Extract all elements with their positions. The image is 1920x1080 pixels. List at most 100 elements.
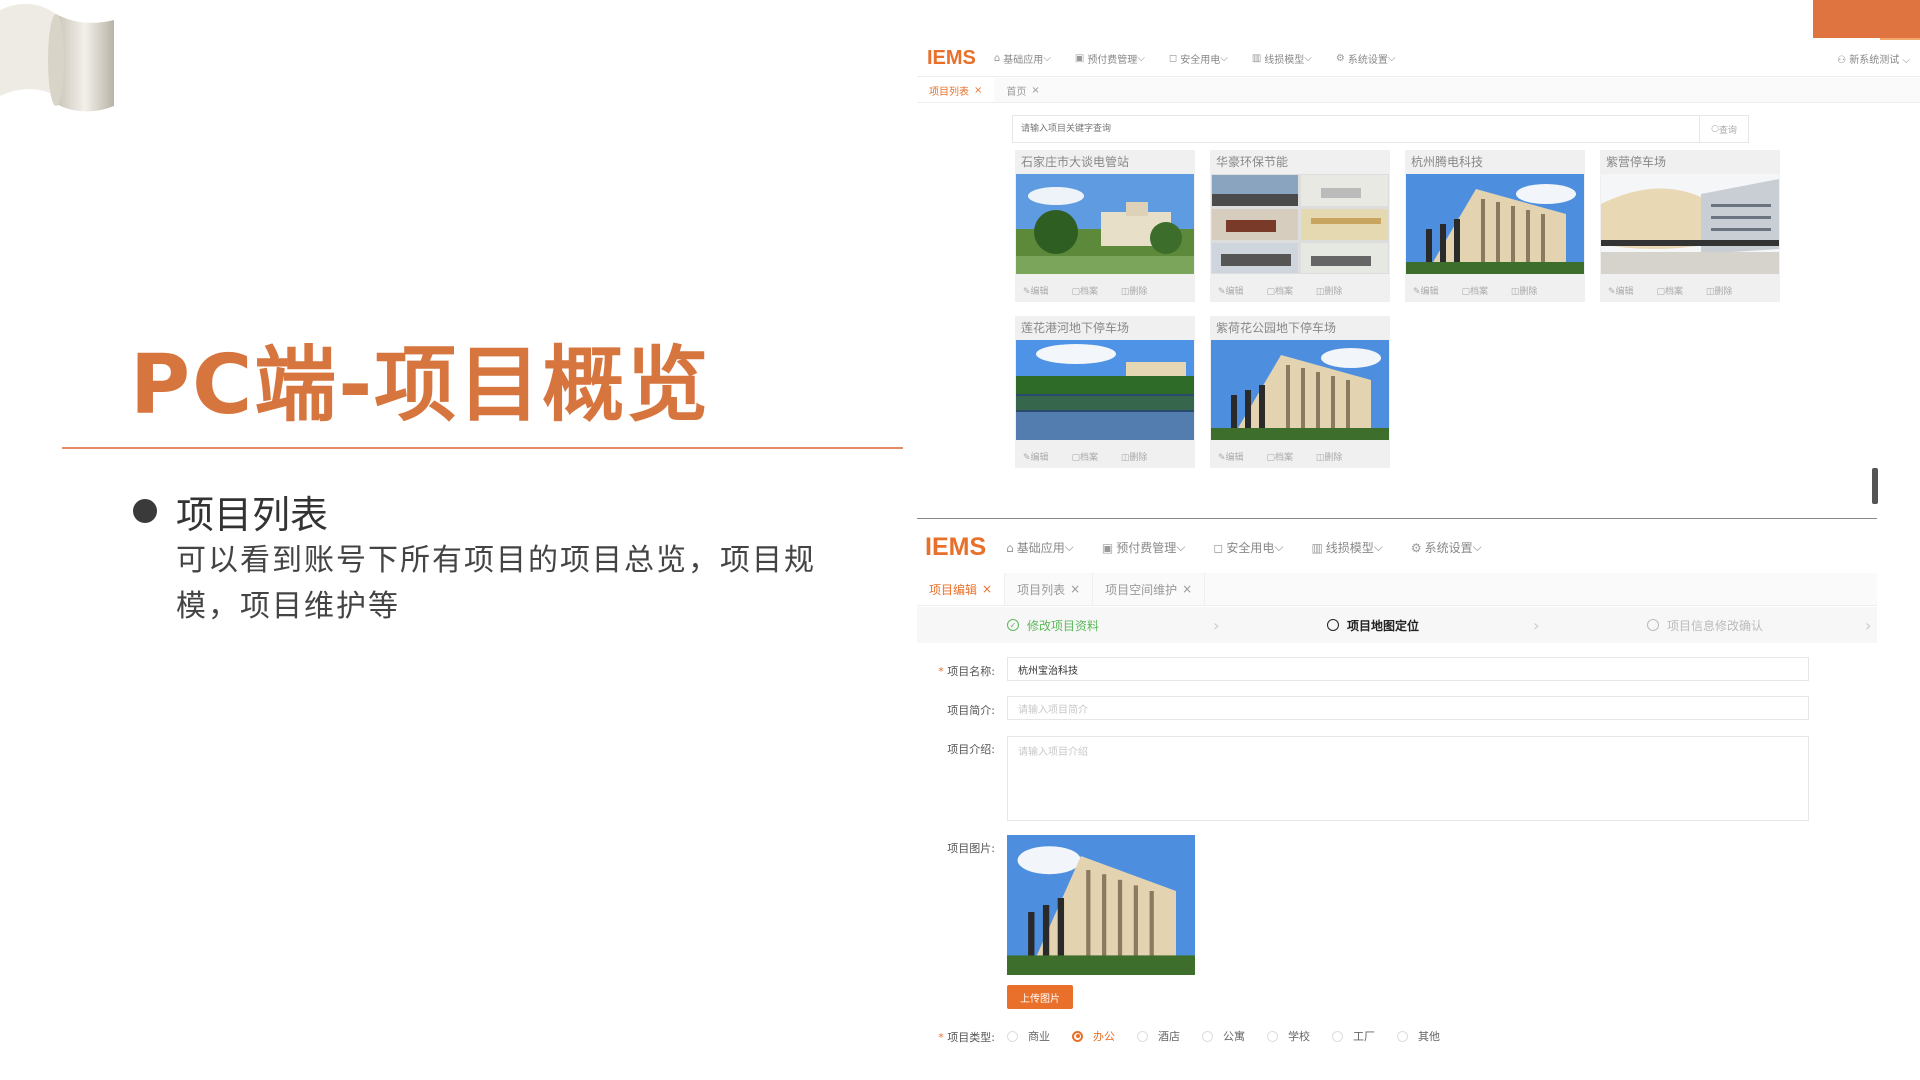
- bullet-description: 可以看到账号下所有项目的项目总览，项目规模，项目维护等: [176, 543, 816, 624]
- close-icon[interactable]: ×: [974, 85, 982, 96]
- nav-safety[interactable]: ◻ 安全用电 ⌵: [1169, 51, 1228, 66]
- nav-label: 安全用电: [1180, 54, 1221, 66]
- step-map-location[interactable]: 项目地图定位: [1327, 617, 1419, 634]
- type-option-apartment[interactable]: 公寓: [1202, 1028, 1245, 1044]
- delete-label: 删除: [1714, 287, 1733, 297]
- wallet-icon: ▣: [1101, 540, 1114, 555]
- nav-label: 系统设置: [1424, 541, 1473, 555]
- delete-label: 删除: [1324, 287, 1343, 297]
- radio-label: 工厂: [1353, 1030, 1375, 1043]
- archive-button[interactable]: ▢档案: [1266, 287, 1303, 297]
- nav-label: 基础应用: [1016, 541, 1065, 555]
- search-icon: ○: [1711, 124, 1719, 134]
- project-name-input[interactable]: 杭州宝治科技: [1007, 657, 1809, 681]
- tab-home[interactable]: 首页 ×: [994, 78, 1051, 102]
- archive-button[interactable]: ▢档案: [1461, 287, 1498, 297]
- edit-button[interactable]: ✎编辑: [1413, 287, 1449, 297]
- step-label: 项目信息修改确认: [1667, 618, 1764, 633]
- search-button-label: 查询: [1718, 125, 1737, 136]
- delete-button[interactable]: ◫删除: [1121, 453, 1158, 463]
- tab-label: 首页: [1006, 86, 1027, 98]
- project-card-title: 紫荷花公园地下停车场: [1216, 321, 1337, 335]
- nav-safety[interactable]: ◻ 安全用电 ⌵: [1213, 539, 1283, 556]
- project-type-label: * 项目类型:: [938, 1031, 995, 1044]
- close-icon[interactable]: ×: [1070, 582, 1080, 596]
- upload-image-button[interactable]: 上传图片: [1007, 985, 1073, 1009]
- nav-prepaid[interactable]: ▣ 预付费管理 ⌵: [1102, 539, 1185, 556]
- nav-label: 安全用电: [1226, 541, 1275, 555]
- tab-project-edit[interactable]: 项目编辑 ×: [917, 573, 1006, 605]
- project-card[interactable]: 石家庄市大谈电管站 ✎编辑 ▢档案 ◫删除: [1015, 150, 1195, 302]
- user-name: 新系统测试: [1849, 54, 1900, 66]
- nav-basic-apps[interactable]: ⌂ 基础应用 ⌵: [1006, 539, 1074, 556]
- radio-label: 其他: [1418, 1030, 1440, 1043]
- project-card[interactable]: 杭州腾电科技 ✎编辑 ▢档案 ◫删除: [1405, 150, 1585, 302]
- archive-label: 档案: [1469, 287, 1488, 297]
- search-button[interactable]: ○ 查询: [1699, 116, 1748, 142]
- chevron-right-icon: ›: [1213, 615, 1220, 635]
- close-icon[interactable]: ×: [1031, 85, 1039, 96]
- delete-button[interactable]: ◫删除: [1511, 287, 1548, 297]
- project-card[interactable]: 华豪环保节能 ✎编辑 ▢档案 ◫删除: [1210, 150, 1390, 302]
- type-option-school[interactable]: 学校: [1267, 1028, 1310, 1044]
- card-actions: ✎编辑 ▢档案 ◫删除: [1608, 284, 1752, 297]
- nav-label: 基础应用: [1003, 54, 1044, 66]
- type-option-hotel[interactable]: 酒店: [1137, 1028, 1180, 1044]
- nav-line-loss[interactable]: ▥ 线损模型 ⌵: [1311, 539, 1382, 556]
- project-card[interactable]: 紫营停车场 ✎编辑 ▢档案 ◫删除: [1600, 150, 1780, 302]
- archive-label: 档案: [1079, 453, 1098, 463]
- project-intro-textarea[interactable]: 请输入项目介绍: [1007, 736, 1809, 821]
- tab-project-list[interactable]: 项目列表 ×: [917, 78, 995, 102]
- delete-button[interactable]: ◫删除: [1121, 287, 1158, 297]
- tab-project-list[interactable]: 项目列表 ×: [1005, 573, 1094, 605]
- edit-button[interactable]: ✎编辑: [1023, 453, 1059, 463]
- project-card[interactable]: 莲花港河地下停车场 ✎编辑 ▢档案 ◫删除: [1015, 316, 1195, 468]
- close-icon[interactable]: ×: [1182, 582, 1192, 596]
- type-option-office[interactable]: 办公: [1072, 1028, 1115, 1044]
- nav-settings[interactable]: ⚙ 系统设置 ⌵: [1336, 51, 1396, 66]
- project-image: [1211, 174, 1389, 274]
- search-input[interactable]: [1013, 123, 1699, 135]
- step-confirm[interactable]: 项目信息修改确认: [1647, 617, 1763, 634]
- shield-icon: ◻: [1213, 540, 1224, 555]
- nav-line-loss[interactable]: ▥ 线损模型 ⌵: [1252, 51, 1312, 66]
- nav-prepaid[interactable]: ▣ 预付费管理 ⌵: [1075, 51, 1145, 66]
- type-option-factory[interactable]: 工厂: [1332, 1028, 1375, 1044]
- tab-space-maintenance[interactable]: 项目空间维护 ×: [1093, 573, 1206, 605]
- archive-label: 档案: [1274, 287, 1293, 297]
- delete-label: 删除: [1324, 453, 1343, 463]
- chevron-right-icon: ›: [1865, 615, 1872, 635]
- delete-button[interactable]: ◫删除: [1706, 287, 1743, 297]
- edit-button[interactable]: ✎编辑: [1608, 287, 1644, 297]
- user-menu[interactable]: ⚇ 新系统测试 ⌵: [1837, 51, 1910, 66]
- type-option-other[interactable]: 其他: [1397, 1028, 1440, 1044]
- nav-basic-apps[interactable]: ⌂ 基础应用 ⌵: [994, 51, 1051, 66]
- close-icon[interactable]: ×: [982, 582, 992, 596]
- gear-icon: ⚙: [1335, 52, 1345, 64]
- delete-button[interactable]: ◫删除: [1316, 287, 1353, 297]
- delete-button[interactable]: ◫删除: [1316, 453, 1353, 463]
- edit-button[interactable]: ✎编辑: [1023, 287, 1059, 297]
- project-image-label: 项目图片:: [947, 842, 995, 855]
- edit-button[interactable]: ✎编辑: [1218, 453, 1254, 463]
- circle-icon: [1647, 619, 1659, 631]
- project-card[interactable]: 紫荷花公园地下停车场 ✎编辑 ▢档案 ◫删除: [1210, 316, 1390, 468]
- bullet-dot-icon: [133, 499, 157, 523]
- archive-button[interactable]: ▢档案: [1071, 453, 1108, 463]
- step-edit-info[interactable]: ✓ 修改项目资料: [1007, 617, 1099, 634]
- project-summary-label: 项目简介:: [947, 704, 995, 717]
- edit-label: 编辑: [1030, 453, 1049, 463]
- tab-bar: 项目编辑 × 项目列表 × 项目空间维护 ×: [917, 573, 1877, 606]
- top-navbar: IEMS ⌂ 基础应用 ⌵ ▣ 预付费管理 ⌵ ◻ 安全用电 ⌵ ▥ 线损模型 ⌵ ⚙ 系统设置 ⌵: [917, 525, 1877, 570]
- nav-settings[interactable]: ⚙ 系统设置 ⌵: [1411, 539, 1482, 556]
- archive-button[interactable]: ▢档案: [1266, 453, 1303, 463]
- archive-button[interactable]: ▢档案: [1656, 287, 1693, 297]
- edit-button[interactable]: ✎编辑: [1218, 287, 1254, 297]
- chevron-right-icon: ›: [1533, 615, 1540, 635]
- project-summary-input[interactable]: 请输入项目简介: [1007, 696, 1809, 720]
- project-card-title: 杭州腾电科技: [1411, 155, 1484, 169]
- app-logo: IEMS: [925, 533, 987, 561]
- type-option-commercial[interactable]: 商业: [1007, 1028, 1050, 1044]
- archive-button[interactable]: ▢档案: [1071, 287, 1108, 297]
- scrollbar-thumb[interactable]: [1872, 468, 1878, 504]
